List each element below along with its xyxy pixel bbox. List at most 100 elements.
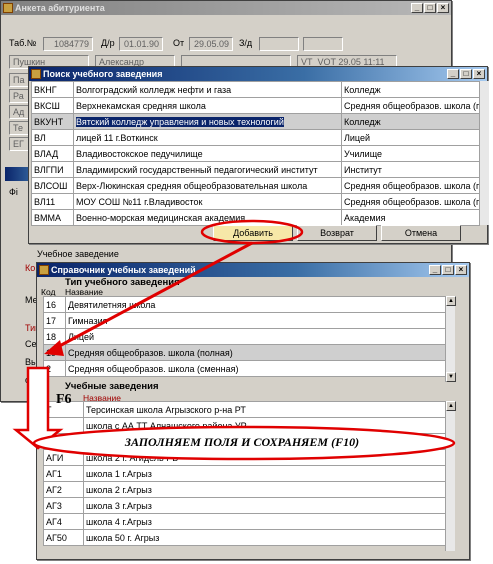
table-row[interactable]: АГ3 школа 3 г.Агрыз — [43, 497, 448, 514]
code-cell[interactable]: АГ1 — [43, 465, 84, 482]
maximize-icon[interactable]: □ — [442, 265, 454, 275]
minimize-icon[interactable]: _ — [411, 3, 423, 13]
code-cell[interactable]: 18 — [43, 328, 66, 345]
code-cell[interactable]: 19 — [43, 344, 66, 361]
code-cell[interactable]: АГ4 — [43, 513, 84, 530]
name-cell[interactable]: школа с АА ТТ Алнашского района УР — [83, 417, 448, 434]
code-cell[interactable] — [43, 417, 84, 434]
table-row-selected[interactable]: 19 Средняя общеобразов. школа (полная) — [43, 344, 448, 361]
scroll-down-icon[interactable]: ▼ — [446, 372, 456, 382]
extra-field[interactable] — [303, 37, 343, 51]
table-row[interactable]: ВКНГ Волгоградский колледж нефти и газа Ко… — [31, 81, 480, 98]
type-cell[interactable]: Средняя общеобразов. школа (г — [341, 193, 480, 210]
table-row[interactable]: 2 Средняя общеобразов. школа (сменная) — [43, 360, 448, 377]
name-cell[interactable]: школа 2 г.Агрыз — [83, 481, 448, 498]
return-button[interactable]: Возврат — [297, 225, 377, 241]
name-cell[interactable]: Верхнекамская средняя школа — [73, 97, 342, 114]
type-cell[interactable]: Колледж — [341, 113, 480, 130]
table-row[interactable]: ВЛСОШ Верх-Люкинская средняя общеобразова… — [31, 177, 480, 194]
cancel-button[interactable]: Отмена — [381, 225, 461, 241]
minimize-icon[interactable]: _ — [447, 69, 459, 79]
name-cell[interactable]: Средняя общеобразов. школа (сменная) — [65, 360, 448, 377]
table-row[interactable]: ВЛ лицей 11 г.Воткинск Лицей — [31, 129, 480, 146]
name-cell[interactable]: Терсинская школа Агрызского р-на РТ — [83, 401, 448, 418]
type-cell[interactable]: Средняя общеобразов. школа (г — [341, 177, 480, 194]
minimize-icon[interactable]: _ — [429, 265, 441, 275]
from-field[interactable]: 29.05.09 — [189, 37, 233, 51]
name-cell[interactable]: школа 1 г.Агрыз — [83, 465, 448, 482]
types-scrollbar[interactable]: ▲ ▼ — [445, 296, 456, 382]
directory-dialog-titlebar[interactable]: Справочник учебных заведений _ □ × — [37, 263, 469, 277]
name-cell[interactable]: Военно-морская медицинская академия — [73, 209, 342, 226]
close-icon[interactable]: × — [455, 265, 467, 275]
code-cell[interactable]: ВЛГПИ — [31, 161, 74, 178]
table-row[interactable]: школа с АА ТТ Алнашского района УР — [43, 417, 448, 434]
search-dialog-titlebar[interactable]: Поиск учебного заведения _ □ × — [29, 67, 487, 81]
type-cell[interactable]: Академия — [341, 209, 480, 226]
code-cell[interactable]: АГ50 — [43, 529, 84, 546]
code-cell[interactable]: АГ3 — [43, 497, 84, 514]
table-row[interactable]: АГ1 школа 1 г.Агрыз — [43, 465, 448, 482]
type-cell[interactable]: Средняя общеобразов. школа (г — [341, 97, 480, 114]
search-scrollbar[interactable] — [479, 81, 489, 225]
table-row[interactable]: 18 Лицей — [43, 328, 448, 345]
close-icon[interactable]: × — [437, 3, 449, 13]
name-cell[interactable]: школа 3 г.Агрыз — [83, 497, 448, 514]
table-row[interactable]: АГ2 школа 2 г.Агрыз — [43, 481, 448, 498]
table-row[interactable]: ВКСШ Верхнекамская средняя школа Средняя о… — [31, 97, 480, 114]
table-row[interactable]: ВЛАД Владивостокское педучилище Училище — [31, 145, 480, 162]
zd-field[interactable] — [259, 37, 299, 51]
name-cell[interactable]: Вятский колледж управления и новых техно… — [73, 113, 342, 130]
tab-number-field[interactable]: 1084779 — [43, 37, 93, 51]
main-window-titlebar[interactable]: Анкета абитуриента _ □ × — [1, 1, 451, 15]
code-cell[interactable]: 17 — [43, 312, 66, 329]
birthdate-field[interactable]: 01.01.90 — [119, 37, 163, 51]
code-cell[interactable]: ВКУНТ — [31, 113, 74, 130]
name-cell[interactable]: Верх-Люкинская средняя общеобразовательн… — [73, 177, 342, 194]
maximize-icon[interactable]: □ — [460, 69, 472, 79]
code-cell[interactable]: ВЛАД — [31, 145, 74, 162]
name-cell[interactable]: школа 2 г. Агидель РБ — [83, 449, 448, 466]
add-button[interactable]: Добавить — [213, 225, 293, 241]
code-cell[interactable]: АГИ — [43, 449, 84, 466]
table-row[interactable]: ВЛГПИ Владимирский государственный педаго… — [31, 161, 480, 178]
table-row[interactable]: ВММА Военно-морская медицинская академия А… — [31, 209, 480, 226]
name-cell[interactable]: школа 50 г. Агрыз — [83, 529, 448, 546]
type-cell[interactable]: Институт — [341, 161, 480, 178]
table-row[interactable]: Т Терсинская школа Агрызского р-на РТ — [43, 401, 448, 418]
table-row[interactable]: 17 Гимназия — [43, 312, 448, 329]
name-cell[interactable]: школа 4 г.Агрыз — [83, 513, 448, 530]
code-cell[interactable]: 2 — [43, 360, 66, 377]
name-cell[interactable]: Владимирский государственный педагогичес… — [73, 161, 342, 178]
name-cell[interactable]: МОУ СОШ №11 г.Владивосток — [73, 193, 342, 210]
type-cell[interactable]: Лицей — [341, 129, 480, 146]
name-cell[interactable]: Лицей — [65, 328, 448, 345]
table-row[interactable]: АГ4 школа 4 г.Агрыз — [43, 513, 448, 530]
name-cell[interactable]: Волгоградский колледж нефти и газа — [73, 81, 342, 98]
code-cell[interactable]: ВЛ — [31, 129, 74, 146]
table-row[interactable]: ВЛ11 МОУ СОШ №11 г.Владивосток Средняя общ… — [31, 193, 480, 210]
scroll-up-icon[interactable]: ▲ — [446, 401, 456, 411]
table-row[interactable]: АГИ школа 2 г. Агидель РБ — [43, 449, 448, 466]
type-cell[interactable]: Колледж — [341, 81, 480, 98]
code-cell[interactable]: ВЛ11 — [31, 193, 74, 210]
close-icon[interactable]: × — [473, 69, 485, 79]
name-cell[interactable]: Средняя общеобразов. школа (полная) — [65, 344, 448, 361]
table-row[interactable]: АГ50 школа 50 г. Агрыз — [43, 529, 448, 546]
code-cell[interactable] — [43, 433, 84, 450]
name-cell[interactable]: лицей 11 г.Воткинск — [73, 129, 342, 146]
code-cell[interactable]: ВММА — [31, 209, 74, 226]
code-cell[interactable]: 16 — [43, 296, 66, 313]
type-cell[interactable]: Училище — [341, 145, 480, 162]
code-cell[interactable]: ВКНГ — [31, 81, 74, 98]
maximize-icon[interactable]: □ — [424, 3, 436, 13]
code-cell[interactable]: ВКСШ — [31, 97, 74, 114]
name-cell[interactable]: Гимназия — [65, 312, 448, 329]
code-cell[interactable]: АГ2 — [43, 481, 84, 498]
scroll-up-icon[interactable]: ▲ — [446, 296, 456, 306]
table-row-selected[interactable]: ВКУНТ Вятский колледж управления и новых … — [31, 113, 480, 130]
table-row[interactable]: 16 Девятилетняя школа — [43, 296, 448, 313]
name-cell[interactable]: Владивостокское педучилище — [73, 145, 342, 162]
code-cell[interactable]: ВЛСОШ — [31, 177, 74, 194]
institutions-scrollbar[interactable]: ▲ — [445, 401, 456, 551]
